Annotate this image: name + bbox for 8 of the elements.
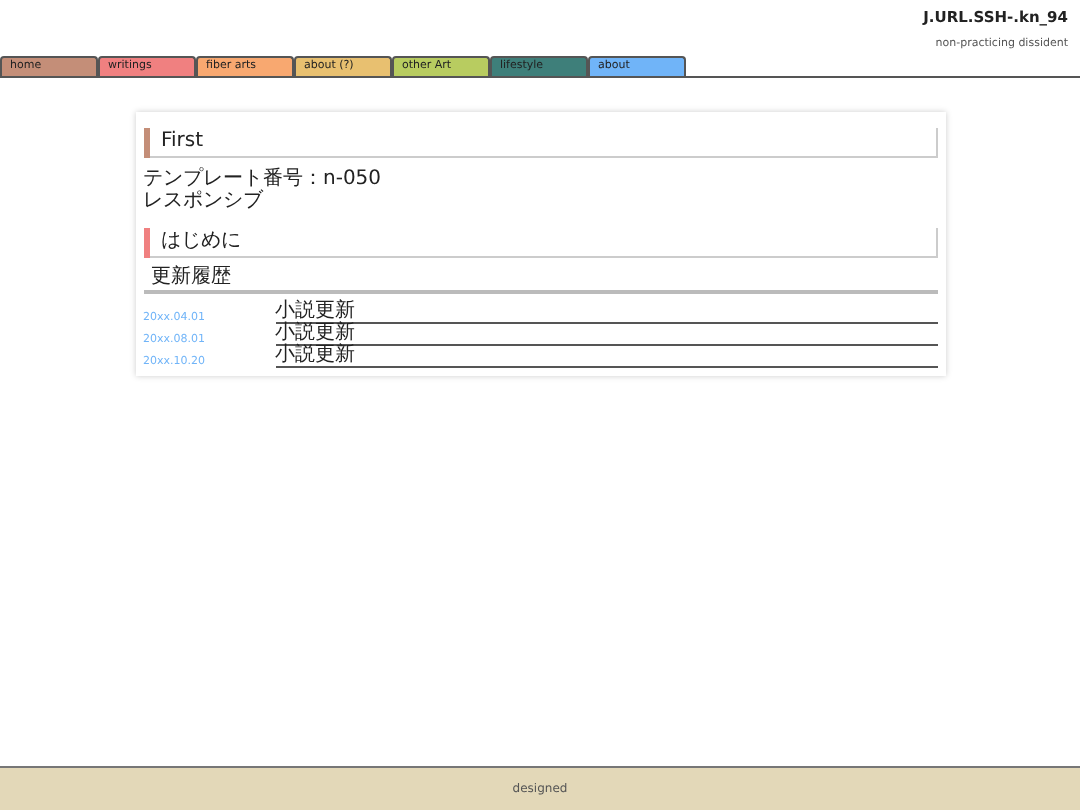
body-text: テンプレート番号：n-050 — [143, 168, 384, 190]
body-text: レスポンシブ — [143, 190, 265, 212]
section-heading: First — [149, 128, 937, 158]
update-text: 小説更新 — [275, 324, 937, 346]
updates-title: 更新履歴 — [143, 268, 937, 294]
update-text: 小説更新 — [275, 302, 937, 324]
update-text: 小説更新 — [275, 346, 937, 368]
section-heading: はじめに — [149, 228, 937, 258]
